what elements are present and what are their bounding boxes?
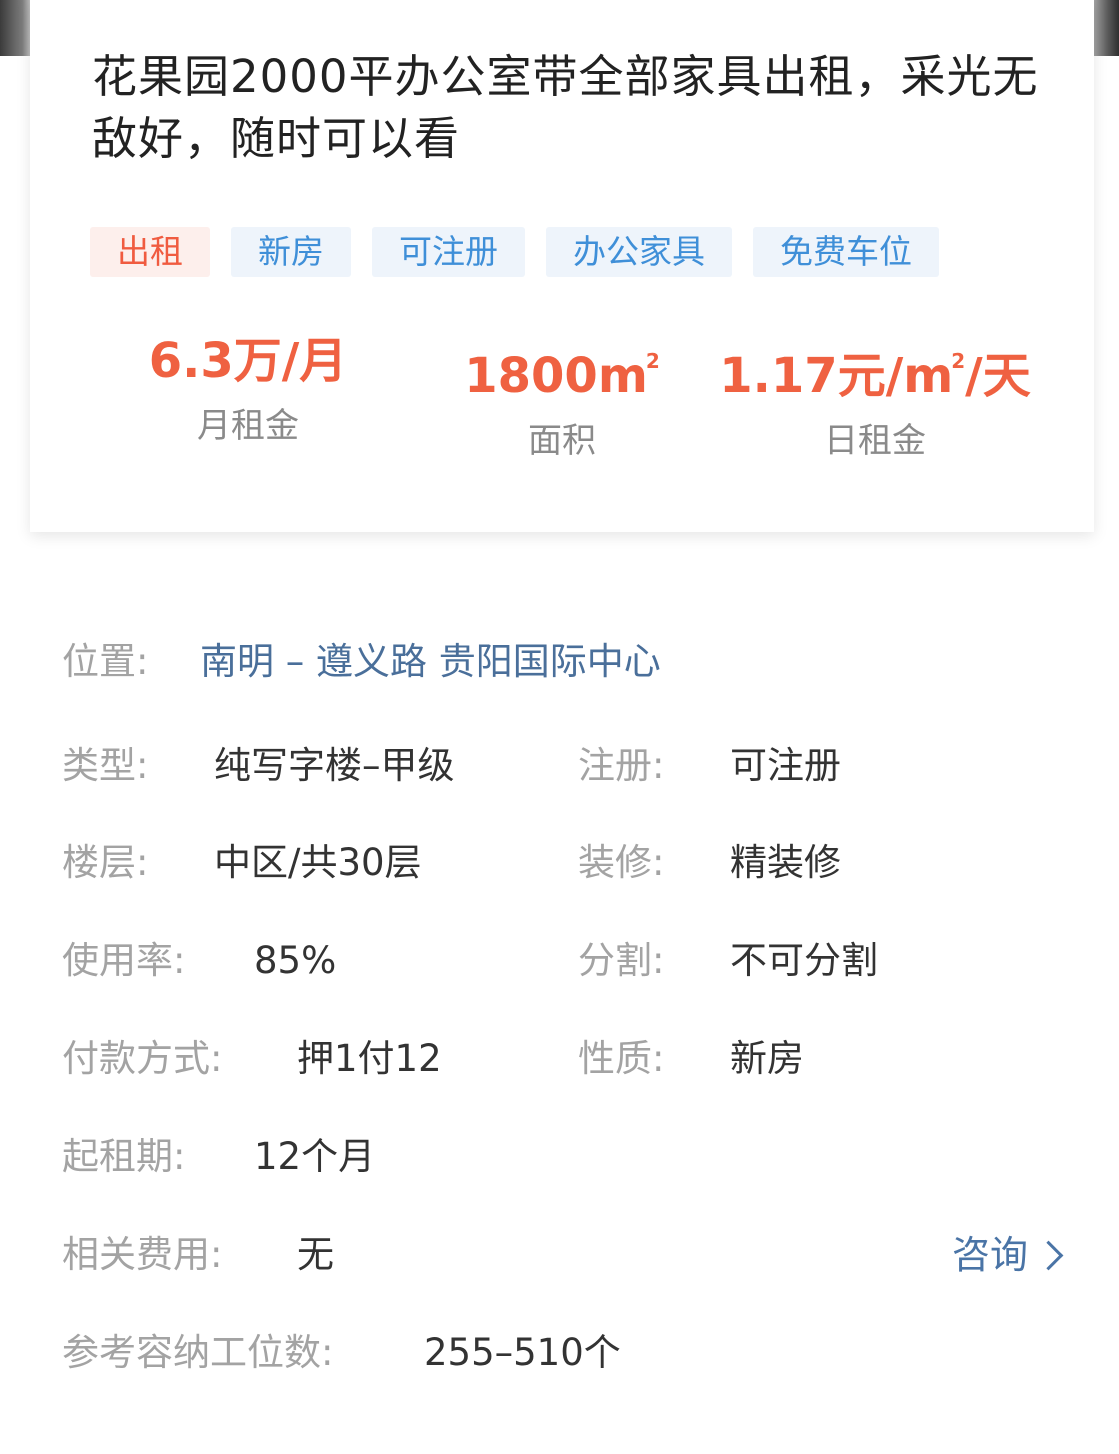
consult-button[interactable]: 咨询 bbox=[952, 1230, 1067, 1280]
listing-title: 花果园2000平办公室带全部家具出租，采光无敌好，随时可以看 bbox=[92, 50, 1039, 165]
daily-rent-label: 日租金 bbox=[824, 421, 926, 461]
tag-list: 出租 新房 可注册 办公家具 免费车位 bbox=[90, 227, 939, 277]
daily-rent-part-b: /天 bbox=[965, 348, 1031, 404]
nature-key: 性质: bbox=[578, 1037, 665, 1080]
decoration-key: 装修: bbox=[578, 841, 665, 884]
floor-key: 楼层: bbox=[62, 841, 149, 884]
payment-row: 付款方式: 押1付12 性质: 新房 bbox=[62, 1034, 1062, 1084]
monthly-rent-value: 6.3万/月 bbox=[148, 333, 348, 389]
area-value: 1800m2 bbox=[392, 330, 732, 407]
lease-row: 起租期: 12个月 bbox=[62, 1132, 1062, 1182]
stat-area: 1800m2 面积 bbox=[392, 330, 732, 463]
tag-office-furniture: 办公家具 bbox=[546, 227, 732, 277]
area-superscript: 2 bbox=[645, 349, 660, 373]
nature-value: 新房 bbox=[730, 1037, 804, 1080]
floor-row: 楼层: 中区/共30层 装修: 精装修 bbox=[62, 838, 1062, 888]
decoration-value: 精装修 bbox=[730, 841, 841, 884]
fees-key: 相关费用: bbox=[62, 1233, 223, 1276]
location-key: 位置: bbox=[62, 640, 149, 683]
tag-rent: 出租 bbox=[90, 227, 210, 277]
tag-new-house: 新房 bbox=[231, 227, 351, 277]
usage-key: 使用率: bbox=[62, 939, 186, 982]
area-number: 1800m bbox=[464, 348, 648, 404]
usage-row: 使用率: 85% 分割: 不可分割 bbox=[62, 936, 1062, 986]
capacity-value: 255–510个 bbox=[424, 1331, 621, 1374]
daily-rent-superscript: 2 bbox=[951, 349, 966, 373]
lease-key: 起租期: bbox=[62, 1135, 186, 1178]
monthly-rent-label: 月租金 bbox=[197, 406, 299, 446]
fees-value: 无 bbox=[297, 1233, 334, 1276]
location-row: 位置: 南明 – 遵义路 贵阳国际中心 bbox=[62, 637, 1062, 687]
register-key: 注册: bbox=[578, 744, 665, 787]
usage-value: 85% bbox=[254, 939, 337, 982]
daily-rent-value: 1.17元/m2/天 bbox=[705, 330, 1045, 407]
payment-key: 付款方式: bbox=[62, 1037, 223, 1080]
type-row: 类型: 纯写字楼–甲级 注册: 可注册 bbox=[62, 741, 1062, 791]
listing-summary-card: 花果园2000平办公室带全部家具出租，采光无敌好，随时可以看 出租 新房 可注册… bbox=[30, 0, 1094, 532]
stat-daily-rent: 1.17元/m2/天 日租金 bbox=[705, 330, 1045, 463]
chevron-right-icon bbox=[1033, 1240, 1064, 1270]
tag-registrable: 可注册 bbox=[372, 227, 525, 277]
fees-row: 相关费用: 无 bbox=[62, 1230, 762, 1280]
type-key: 类型: bbox=[62, 744, 149, 787]
floor-value: 中区/共30层 bbox=[214, 841, 422, 884]
consult-label: 咨询 bbox=[951, 1233, 1028, 1277]
tag-free-parking: 免费车位 bbox=[753, 227, 939, 277]
lease-value: 12个月 bbox=[254, 1135, 376, 1178]
location-link[interactable]: 南明 – 遵义路 贵阳国际中心 bbox=[200, 637, 661, 687]
split-value: 不可分割 bbox=[730, 939, 878, 982]
split-key: 分割: bbox=[578, 939, 665, 982]
daily-rent-part-a: 1.17元/m bbox=[719, 348, 954, 404]
register-value: 可注册 bbox=[730, 744, 841, 787]
stat-monthly-rent: 6.3万/月 月租金 bbox=[78, 330, 418, 448]
payment-value: 押1付12 bbox=[297, 1037, 442, 1080]
area-label: 面积 bbox=[528, 421, 596, 461]
type-value: 纯写字楼–甲级 bbox=[214, 744, 455, 787]
capacity-key: 参考容纳工位数: bbox=[62, 1331, 334, 1374]
capacity-row: 参考容纳工位数: 255–510个 bbox=[62, 1328, 1062, 1378]
